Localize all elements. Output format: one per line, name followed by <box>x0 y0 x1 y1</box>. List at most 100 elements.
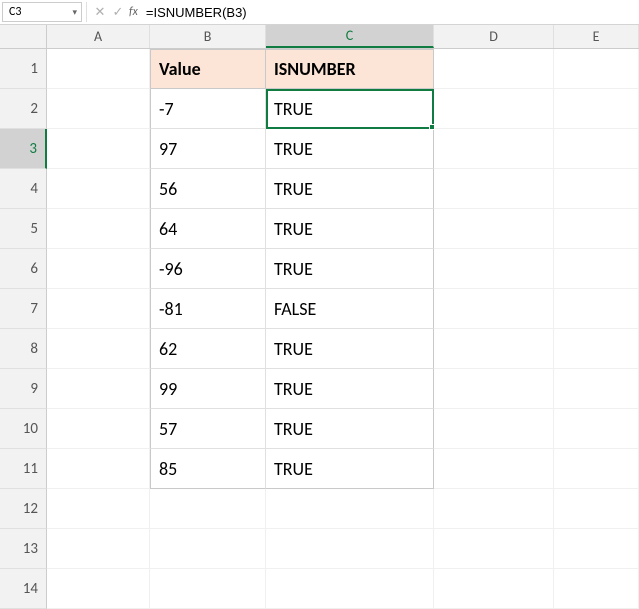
cell-C8[interactable]: TRUE <box>266 329 434 369</box>
cell-B10[interactable]: 57 <box>150 409 266 449</box>
cell-A3[interactable] <box>47 129 150 169</box>
row-header-3[interactable]: 3 <box>0 129 47 169</box>
cell-E3[interactable] <box>554 129 639 169</box>
cell-A8[interactable] <box>47 329 150 369</box>
cell-B11[interactable]: 85 <box>150 449 266 489</box>
row-header-12[interactable]: 12 <box>0 489 47 529</box>
row-header-6[interactable]: 6 <box>0 249 47 289</box>
cell-D12[interactable] <box>434 489 554 529</box>
cell-D6[interactable] <box>434 249 554 289</box>
cell-B14[interactable] <box>150 569 266 609</box>
formula-input[interactable] <box>142 2 639 22</box>
cells-grid[interactable]: ValueISNUMBER-7TRUE97TRUE56TRUE64TRUE-96… <box>47 49 639 609</box>
cell-E12[interactable] <box>554 489 639 529</box>
cell-C2[interactable]: TRUE <box>266 89 434 129</box>
column-header-c[interactable]: C <box>266 25 434 48</box>
cell-C4[interactable]: TRUE <box>266 169 434 209</box>
cell-E7[interactable] <box>554 289 639 329</box>
cell-A9[interactable] <box>47 369 150 409</box>
cancel-formula-icon[interactable]: ✕ <box>91 2 109 22</box>
cell-C9[interactable]: TRUE <box>266 369 434 409</box>
cell-B1[interactable]: Value <box>150 49 266 89</box>
cell-D4[interactable] <box>434 169 554 209</box>
cell-A13[interactable] <box>47 529 150 569</box>
column-header-b[interactable]: B <box>150 25 266 48</box>
cell-C14[interactable] <box>266 569 434 609</box>
cell-B2[interactable]: -7 <box>150 89 266 129</box>
row-header-2[interactable]: 2 <box>0 89 47 129</box>
cell-D3[interactable] <box>434 129 554 169</box>
cell-E6[interactable] <box>554 249 639 289</box>
row-header-9[interactable]: 9 <box>0 369 47 409</box>
cell-E5[interactable] <box>554 209 639 249</box>
row-header-14[interactable]: 14 <box>0 569 47 609</box>
cell-B4[interactable]: 56 <box>150 169 266 209</box>
cell-D10[interactable] <box>434 409 554 449</box>
cell-B6[interactable]: -96 <box>150 249 266 289</box>
name-box[interactable]: C3 ▾ <box>2 2 82 22</box>
cell-C5[interactable]: TRUE <box>266 209 434 249</box>
row-header-13[interactable]: 13 <box>0 529 47 569</box>
row-header-7[interactable]: 7 <box>0 289 47 329</box>
cell-D14[interactable] <box>434 569 554 609</box>
table-row: 99TRUE <box>47 369 639 409</box>
cell-E2[interactable] <box>554 89 639 129</box>
cell-A10[interactable] <box>47 409 150 449</box>
cell-B8[interactable]: 62 <box>150 329 266 369</box>
cell-B12[interactable] <box>150 489 266 529</box>
row-header-1[interactable]: 1 <box>0 49 47 89</box>
cell-A14[interactable] <box>47 569 150 609</box>
cell-D5[interactable] <box>434 209 554 249</box>
cell-E13[interactable] <box>554 529 639 569</box>
cell-E10[interactable] <box>554 409 639 449</box>
column-header-d[interactable]: D <box>434 25 554 48</box>
cell-C11[interactable]: TRUE <box>266 449 434 489</box>
cell-D8[interactable] <box>434 329 554 369</box>
accept-formula-icon[interactable]: ✓ <box>109 2 127 22</box>
cell-C13[interactable] <box>266 529 434 569</box>
cell-D2[interactable] <box>434 89 554 129</box>
table-row <box>47 529 639 569</box>
cell-D11[interactable] <box>434 449 554 489</box>
row-header-8[interactable]: 8 <box>0 329 47 369</box>
cell-C6[interactable]: TRUE <box>266 249 434 289</box>
cell-D1[interactable] <box>434 49 554 89</box>
cell-E14[interactable] <box>554 569 639 609</box>
cell-C12[interactable] <box>266 489 434 529</box>
cell-B13[interactable] <box>150 529 266 569</box>
cell-C10[interactable]: TRUE <box>266 409 434 449</box>
row-header-5[interactable]: 5 <box>0 209 47 249</box>
cell-E1[interactable] <box>554 49 639 89</box>
row-header-10[interactable]: 10 <box>0 409 47 449</box>
cell-E11[interactable] <box>554 449 639 489</box>
cell-C3[interactable]: TRUE <box>266 129 434 169</box>
column-header-e[interactable]: E <box>554 25 639 48</box>
cell-A12[interactable] <box>47 489 150 529</box>
cell-A11[interactable] <box>47 449 150 489</box>
cell-E9[interactable] <box>554 369 639 409</box>
cell-A1[interactable] <box>47 49 150 89</box>
column-header-a[interactable]: A <box>47 25 150 48</box>
chevron-down-icon[interactable]: ▾ <box>72 7 77 18</box>
cell-A7[interactable] <box>47 289 150 329</box>
fx-icon[interactable]: fx <box>129 5 138 19</box>
cell-C1[interactable]: ISNUMBER <box>266 49 434 89</box>
cell-D7[interactable] <box>434 289 554 329</box>
cell-B9[interactable]: 99 <box>150 369 266 409</box>
cell-E8[interactable] <box>554 329 639 369</box>
cell-A5[interactable] <box>47 209 150 249</box>
cell-C7[interactable]: FALSE <box>266 289 434 329</box>
cell-A6[interactable] <box>47 249 150 289</box>
cell-D9[interactable] <box>434 369 554 409</box>
table-row: 62TRUE <box>47 329 639 369</box>
cell-A4[interactable] <box>47 169 150 209</box>
select-all-corner[interactable] <box>0 25 47 48</box>
cell-B3[interactable]: 97 <box>150 129 266 169</box>
row-header-4[interactable]: 4 <box>0 169 47 209</box>
row-header-11[interactable]: 11 <box>0 449 47 489</box>
cell-E4[interactable] <box>554 169 639 209</box>
cell-D13[interactable] <box>434 529 554 569</box>
cell-A2[interactable] <box>47 89 150 129</box>
cell-B7[interactable]: -81 <box>150 289 266 329</box>
cell-B5[interactable]: 64 <box>150 209 266 249</box>
